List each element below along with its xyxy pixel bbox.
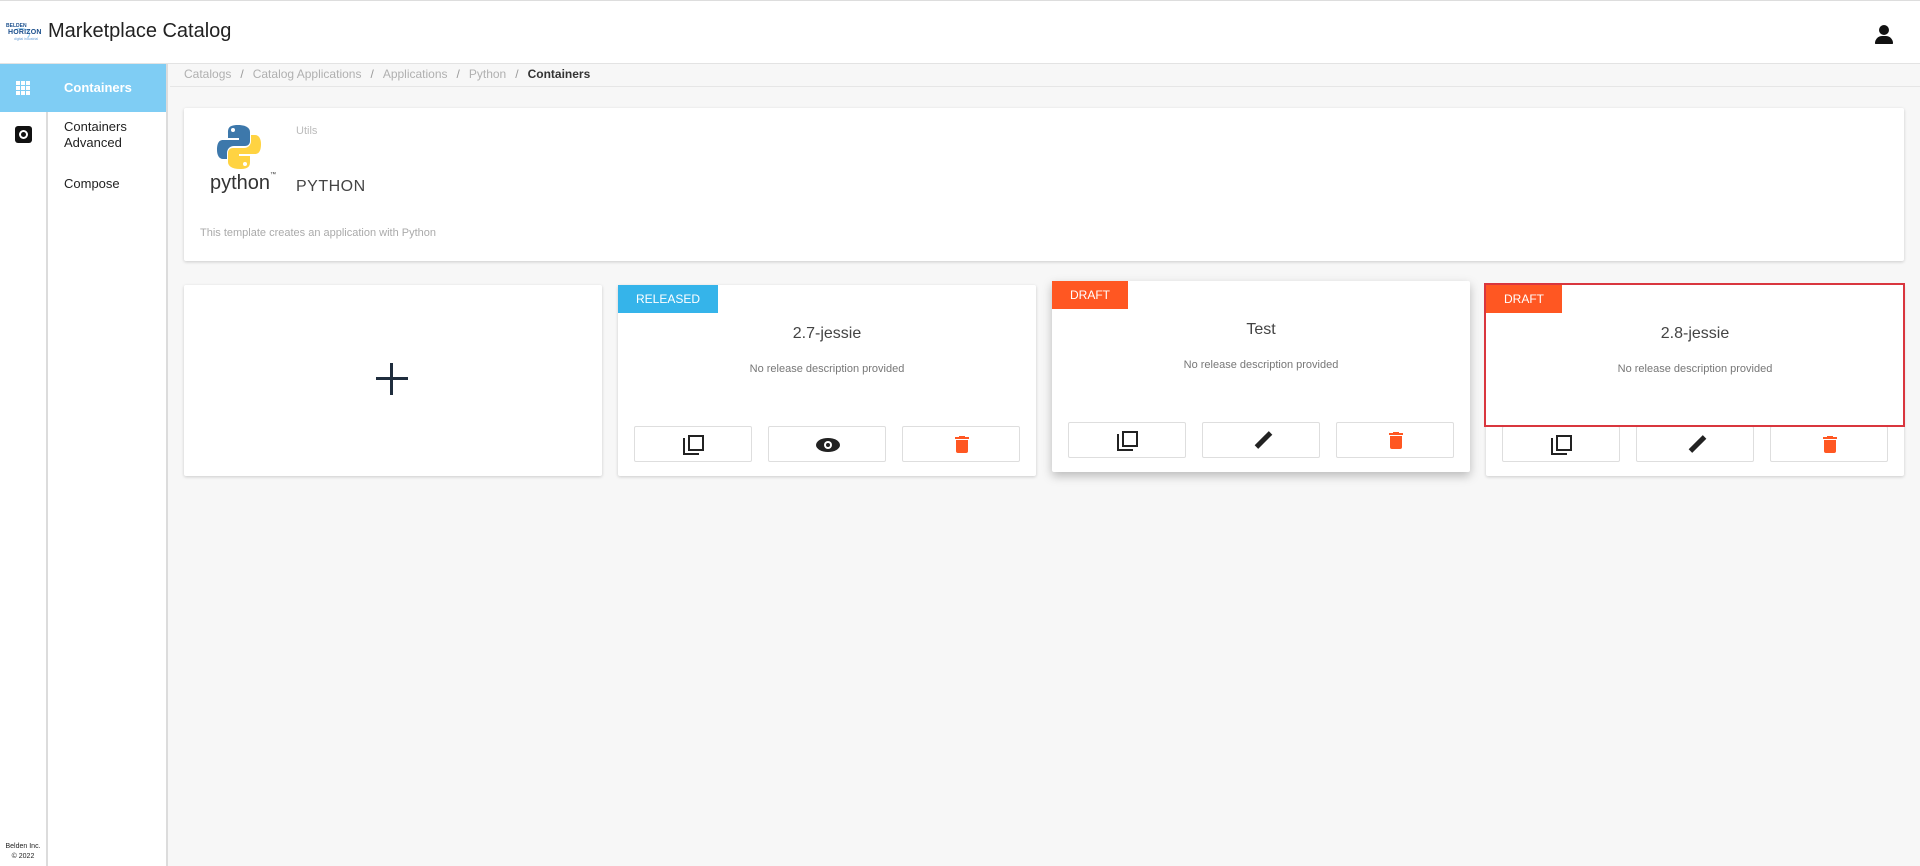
edit-button[interactable]	[1202, 422, 1320, 458]
copyright-year: © 2022	[11, 853, 35, 860]
icon-rail: Belden Inc. © 2022	[0, 64, 48, 866]
breadcrumb-separator: /	[370, 67, 374, 81]
release-title: 2.8-jessie	[1660, 325, 1730, 342]
subnav-item-containers[interactable]: Containers	[48, 64, 166, 112]
breadcrumb-catalogs[interactable]: Catalogs	[184, 67, 231, 81]
breadcrumb-catalog-applications[interactable]: Catalog Applications	[253, 67, 362, 81]
app-title: Marketplace Catalog	[48, 20, 232, 42]
app-header: BELDEN HORIZON digital industrial Market…	[0, 0, 1920, 64]
copy-button[interactable]	[634, 426, 752, 462]
trademark-symbol: ™	[270, 172, 277, 178]
subnav-item-compose[interactable]: Compose	[48, 176, 166, 192]
copy-button[interactable]	[1068, 422, 1186, 458]
copyright-note: Belden Inc. © 2022	[0, 842, 46, 862]
breadcrumb-separator: /	[515, 67, 519, 81]
status-badge: DRAFT	[1486, 285, 1562, 313]
delete-button[interactable]	[1770, 426, 1888, 462]
release-card: DRAFT Test No release description provid…	[1052, 281, 1470, 472]
python-wordmark: python™	[210, 172, 276, 195]
breadcrumb-current: Containers	[527, 67, 591, 81]
pencil-icon	[1254, 431, 1273, 450]
python-logo-icon	[217, 125, 261, 169]
user-account-button[interactable]	[1872, 23, 1896, 45]
delete-button[interactable]	[902, 426, 1020, 462]
copy-icon	[1551, 435, 1573, 455]
belden-horizon-logo: BELDEN HORIZON digital industrial	[6, 23, 42, 45]
breadcrumb: Catalogs / Catalog Applications / Applicatio…	[184, 67, 590, 85]
status-badge: RELEASED	[618, 285, 719, 313]
template-name: PYTHON	[296, 178, 366, 195]
release-title: 2.7-jessie	[792, 325, 862, 342]
pencil-icon	[1688, 435, 1707, 454]
release-card: RELEASED 2.7-jessie No release descripti…	[618, 285, 1036, 476]
eye-icon	[816, 438, 840, 452]
rail-item-apps[interactable]	[0, 64, 48, 112]
apps-grid-icon	[16, 81, 30, 95]
logo-line-3: digital industrial	[14, 37, 39, 41]
delete-button[interactable]	[1336, 422, 1454, 458]
template-info-card: python™ Utils PYTHON This template creat…	[184, 108, 1904, 261]
trash-icon	[1823, 436, 1837, 454]
release-card: DRAFT 2.8-jessie No release description …	[1486, 285, 1904, 476]
template-description: This template creates an application wit…	[200, 227, 437, 239]
settings-gear-icon	[15, 126, 32, 143]
release-description: No release description provided	[1183, 359, 1339, 371]
trash-icon	[955, 436, 969, 454]
sub-navigation: Containers Containers Advanced Compose	[48, 64, 168, 866]
release-title: Test	[1246, 321, 1276, 338]
add-release-card[interactable]	[184, 285, 602, 476]
python-wordmark-text: python	[210, 172, 271, 194]
logo-line-2: HORIZON	[8, 29, 42, 36]
copy-icon	[683, 435, 705, 455]
trash-icon	[1389, 432, 1403, 450]
edit-button[interactable]	[1636, 426, 1754, 462]
template-category: Utils	[296, 125, 318, 137]
breadcrumb-separator: /	[456, 67, 460, 81]
release-description: No release description provided	[749, 363, 905, 375]
breadcrumb-divider	[170, 86, 1920, 87]
view-button[interactable]	[768, 426, 886, 462]
copy-icon	[1117, 431, 1139, 451]
release-description: No release description provided	[1617, 363, 1773, 375]
status-badge: DRAFT	[1052, 281, 1128, 309]
breadcrumb-applications[interactable]: Applications	[383, 67, 448, 81]
breadcrumb-python[interactable]: Python	[469, 67, 506, 81]
copy-button[interactable]	[1502, 426, 1620, 462]
copyright-company: Belden Inc.	[5, 843, 41, 850]
breadcrumb-separator: /	[240, 67, 244, 81]
rail-item-settings[interactable]	[0, 112, 48, 160]
subnav-item-containers-advanced[interactable]: Containers Advanced	[48, 119, 148, 151]
